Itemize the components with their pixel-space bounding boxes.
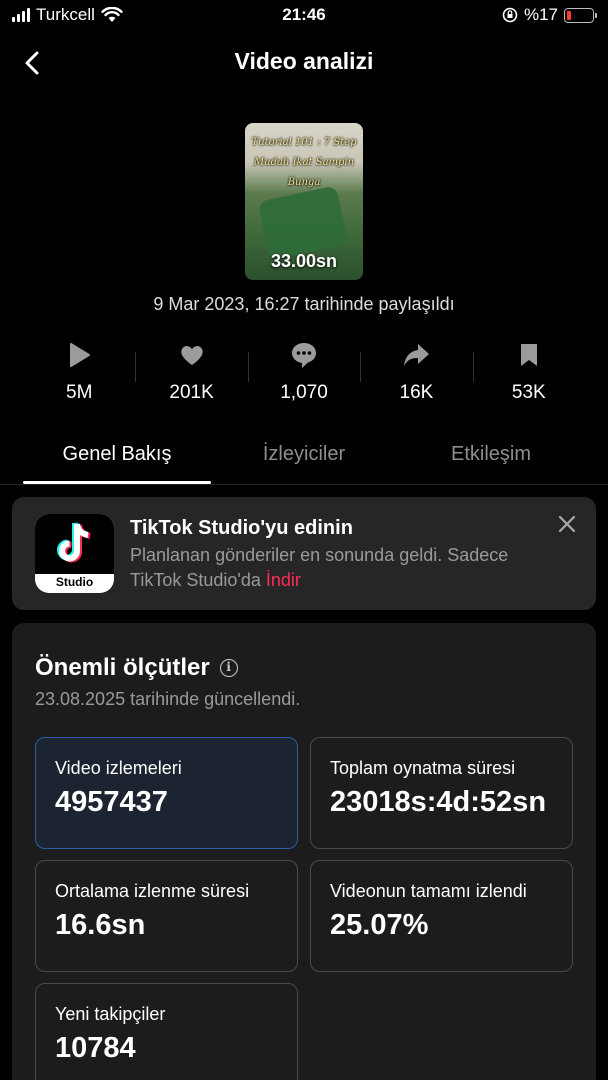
info-icon[interactable]: i — [219, 659, 238, 677]
tab-engagement[interactable]: Etkileşim — [397, 443, 585, 466]
stat-comments: 1,070 — [247, 338, 360, 410]
page-title: Video analizi — [234, 48, 374, 74]
video-thumbnail[interactable]: Tutorial 101 : 7 Step Mudah Ikat Sampin … — [245, 123, 363, 280]
stat-value: 53K — [511, 382, 546, 403]
metric-label: Toplam oynatma süresi — [330, 758, 516, 778]
download-link[interactable]: İndir — [266, 570, 301, 590]
stat-value: 5M — [66, 382, 93, 403]
banner-text: Planlanan gönderiler en sonunda geldi. S… — [130, 545, 509, 590]
banner-title: TikTok Studio'yu edinin — [130, 517, 353, 539]
metrics-updated: 23.08.2025 tarihinde güncellendi. — [35, 689, 301, 709]
header: Video analizi — [0, 40, 608, 84]
metric-card-average-watch-time[interactable]: Ortalama izlenme süresi 16.6sn — [35, 860, 298, 972]
tiktok-logo-icon — [57, 522, 91, 563]
tiktok-studio-app-icon: Studio — [35, 514, 114, 593]
stat-value: 16K — [399, 382, 434, 403]
metrics-title: Önemli ölçütler — [35, 654, 210, 681]
thumbnail-image — [257, 185, 349, 261]
metric-value: 10784 — [55, 1032, 136, 1064]
stats-row: 5M 201K 1,070 16K 53K — [23, 338, 585, 410]
battery-percent: %17 — [523, 5, 558, 24]
metric-card-watched-full-video[interactable]: Videonun tamamı izlendi 25.07% — [310, 860, 573, 972]
app-icon-label: Studio — [55, 575, 94, 589]
heart-icon — [180, 346, 203, 365]
stat-shares: 16K — [360, 338, 472, 410]
metric-card-new-followers[interactable]: Yeni takipçiler 10784 — [35, 983, 298, 1080]
metrics-heading: Önemli ölçütler i — [35, 654, 238, 682]
tab-viewers[interactable]: İzleyiciler — [210, 443, 398, 466]
video-duration: 33.00sn — [270, 251, 338, 271]
studio-promo-banner: Studio TikTok Studio'yu edinin Planlanan… — [12, 497, 596, 610]
status-bar: Turkcell 21:46 %17 — [0, 0, 608, 32]
metric-card-video-views[interactable]: Video izlemeleri 4957437 — [35, 737, 298, 849]
comment-icon — [292, 343, 317, 368]
shared-date: 9 Mar 2023, 16:27 tarihinde paylaşıldı — [153, 294, 455, 314]
banner-description: Planlanan gönderiler en sonunda geldi. S… — [130, 543, 550, 593]
metric-value: 25.07% — [330, 909, 429, 941]
stat-saves: 53K — [472, 338, 585, 410]
tab-bar: Genel Bakış İzleyiciler Etkileşim — [0, 437, 608, 485]
metric-label: Videonun tamamı izlendi — [330, 881, 527, 901]
metric-value: 16.6sn — [55, 909, 146, 941]
stat-likes: 201K — [135, 338, 247, 410]
status-right: %17 — [502, 5, 597, 25]
metric-label: Yeni takipçiler — [55, 1004, 166, 1024]
active-tab-indicator — [23, 481, 211, 484]
metric-value: 23018s:4d:52sn — [330, 786, 547, 818]
metric-label: Ortalama izlenme süresi — [55, 881, 250, 901]
tab-overview[interactable]: Genel Bakış — [23, 443, 211, 466]
battery-icon — [564, 7, 597, 23]
stat-views: 5M — [23, 338, 135, 410]
bookmark-icon — [520, 344, 537, 366]
metric-label: Video izlemeleri — [55, 758, 182, 778]
stat-value: 1,070 — [280, 382, 328, 403]
metric-card-total-play-time[interactable]: Toplam oynatma süresi 23018s:4d:52sn — [310, 737, 573, 849]
close-icon[interactable] — [558, 515, 576, 533]
metric-value: 4957437 — [55, 786, 168, 818]
thumbnail-caption: Tutorial 101 : 7 Step Mudah Ikat Sampin … — [251, 137, 357, 188]
stat-value: 201K — [169, 382, 214, 403]
orientation-lock-icon — [502, 7, 518, 23]
key-metrics-panel: Önemli ölçütler i 23.08.2025 tarihinde g… — [12, 623, 596, 1080]
share-icon — [404, 344, 430, 366]
play-icon — [70, 343, 91, 367]
